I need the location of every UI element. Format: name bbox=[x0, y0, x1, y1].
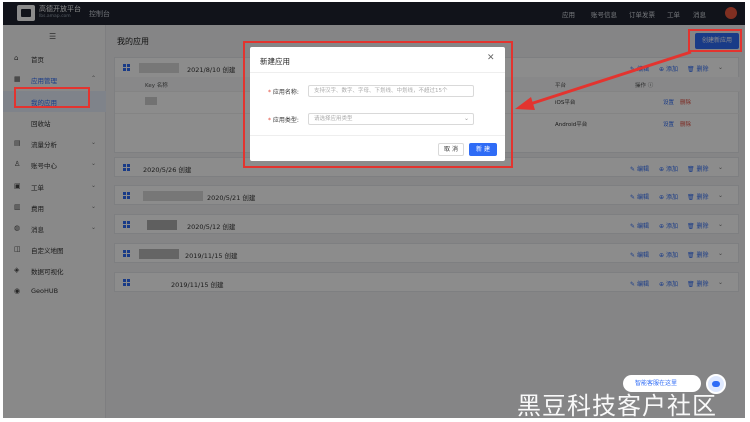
app-screen: 高德开放平台 lbs.amap.com 控制台 应用 账号信息 订单发票 工单 … bbox=[3, 2, 745, 418]
annotation-arrow bbox=[515, 50, 692, 110]
screenshot-frame: 高德开放平台 lbs.amap.com 控制台 应用 账号信息 订单发票 工单 … bbox=[0, 0, 750, 422]
watermark: 黑豆科技客户社区 bbox=[517, 392, 717, 420]
